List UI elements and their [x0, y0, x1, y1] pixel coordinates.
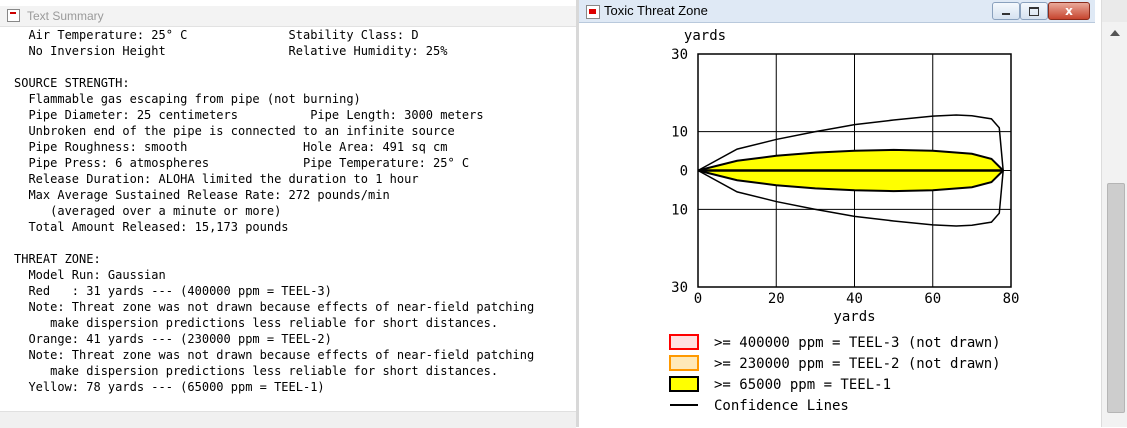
x-tick-label: 60 [924, 291, 941, 307]
summary-line: make dispersion predictions less reliabl… [14, 316, 499, 330]
legend-label: >= 65000 ppm = TEEL-1 [714, 377, 891, 393]
x-axis-label: yards [833, 309, 875, 325]
y-tick-label: 30 [671, 280, 688, 296]
scrollbar-thumb[interactable] [1107, 183, 1125, 413]
x-tick-label: 80 [1003, 291, 1020, 307]
text-summary-window: Text Summary Air Temperature: 25° C Stab… [0, 0, 578, 428]
text-summary-title: Text Summary [27, 9, 104, 23]
y-axis-label: yards [684, 28, 726, 44]
x-tick-label: 20 [768, 291, 785, 307]
summary-line: Pipe Press: 6 atmospheres Pipe Temperatu… [14, 156, 470, 170]
legend-swatch [669, 376, 699, 392]
legend-swatch [669, 334, 699, 350]
horizontal-scrollbar[interactable] [0, 411, 576, 428]
summary-line: No Inversion Height Relative Humidity: 2… [14, 44, 448, 58]
y-tick-label: 30 [671, 47, 688, 63]
summary-line: Yellow: 78 yards --- (65000 ppm = TEEL-1… [14, 380, 325, 394]
y-tick-label: 0 [680, 164, 688, 180]
summary-line: Flammable gas escaping from pipe (not bu… [14, 92, 361, 106]
text-summary-titlebar[interactable]: Text Summary [0, 6, 578, 27]
summary-line: Max Average Sustained Release Rate: 272 … [14, 188, 390, 202]
legend-swatch [669, 355, 699, 371]
summary-line: SOURCE STRENGTH: [14, 76, 130, 90]
summary-line: Model Run: Gaussian [14, 268, 166, 282]
window-app-icon [7, 9, 20, 22]
summary-line: make dispersion predictions less reliabl… [14, 364, 499, 378]
summary-line: Total Amount Released: 15,173 pounds [14, 220, 289, 234]
summary-line: Unbroken end of the pipe is connected to… [14, 124, 455, 138]
summary-line: Pipe Diameter: 25 centimeters Pipe Lengt… [14, 108, 484, 122]
scrollbar-top [1102, 0, 1127, 22]
summary-line [14, 59, 576, 75]
summary-line: Release Duration: ALOHA limited the dura… [14, 172, 419, 186]
legend-label: Confidence Lines [714, 398, 849, 414]
y-tick-label: 10 [671, 202, 688, 218]
summary-line: Red : 31 yards --- (400000 ppm = TEEL-3) [14, 284, 332, 298]
summary-line: Note: Threat zone was not drawn because … [14, 348, 535, 362]
summary-line: Orange: 41 yards --- (230000 ppm = TEEL-… [14, 332, 332, 346]
summary-line [14, 235, 576, 251]
x-tick-label: 40 [846, 291, 863, 307]
summary-line: Pipe Roughness: smooth Hole Area: 491 sq… [14, 140, 448, 154]
legend-label: >= 400000 ppm = TEEL-3 (not drawn) [714, 335, 1001, 351]
text-summary-content: Air Temperature: 25° C Stability Class: … [14, 27, 576, 407]
summary-line: Note: Threat zone was not drawn because … [14, 300, 535, 314]
summary-line: THREAT ZONE: [14, 252, 101, 266]
vertical-scrollbar[interactable] [1101, 0, 1127, 427]
toxic-threat-zone-window: Toxic Threat Zone x 30 10 0 10 30 0 20 40 60 80 ya… [579, 0, 1095, 427]
summary-line: (averaged over a minute or more) [14, 204, 282, 218]
x-tick-label: 0 [694, 291, 702, 307]
summary-line: Air Temperature: 25° C Stability Class: … [14, 28, 419, 42]
y-tick-label: 10 [671, 125, 688, 141]
legend-label: >= 230000 ppm = TEEL-2 (not drawn) [714, 356, 1001, 372]
scroll-up-icon[interactable] [1110, 30, 1120, 36]
threat-zone-plot: 30 10 0 10 30 0 20 40 60 80 yards yards >= 400000 pp… [669, 28, 1020, 414]
